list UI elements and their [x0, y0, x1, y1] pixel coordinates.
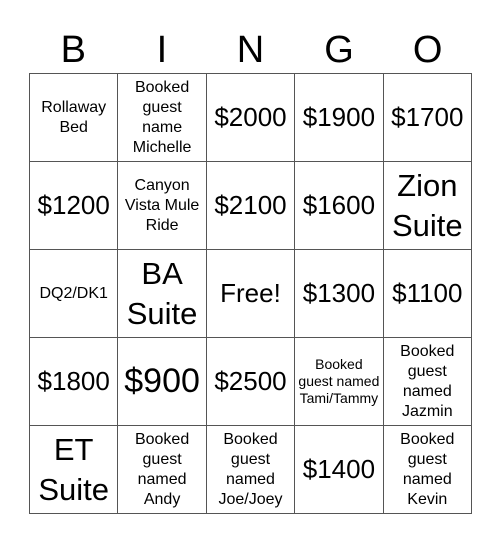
bingo-cell-text: Zion Suite: [391, 167, 463, 243]
bingo-cell-text: DQ2/DK1: [39, 284, 108, 302]
bingo-cell[interactable]: Booked guest named Kevin: [383, 426, 472, 514]
bingo-cell[interactable]: Booked guest named Andy: [118, 426, 207, 514]
bingo-cell[interactable]: $2500: [206, 338, 296, 426]
bingo-cell-text: $1300: [302, 277, 376, 308]
header-letter-o: O: [412, 29, 443, 71]
bingo-cell-text: Booked guest named Andy: [134, 430, 190, 508]
bingo-cell[interactable]: Canyon Vista Mule Ride: [118, 162, 207, 250]
bingo-cell[interactable]: Booked guest named Jazmin: [383, 338, 472, 426]
free-space-cell[interactable]: Free!: [206, 250, 296, 338]
bingo-cell[interactable]: Rollaway Bed: [30, 74, 119, 162]
bingo-cell[interactable]: $1400: [295, 426, 384, 514]
bingo-cell-text: Booked guest named Kevin: [400, 430, 455, 508]
bingo-cell-text: Rollaway Bed: [41, 98, 107, 136]
bingo-header: B I N G O: [29, 28, 472, 72]
bingo-cell[interactable]: $900: [118, 338, 207, 426]
header-letter-b: B: [60, 29, 86, 71]
bingo-cell[interactable]: $2000: [206, 74, 296, 162]
bingo-cell[interactable]: $1700: [383, 74, 472, 162]
bingo-cell-text: BA Suite: [126, 255, 198, 331]
header-letter-i: I: [156, 29, 168, 71]
header-letter-g: G: [324, 29, 354, 71]
bingo-cell[interactable]: Booked guest name Michelle: [118, 74, 207, 162]
bingo-cell[interactable]: $1100: [383, 250, 472, 338]
bingo-cell-text: $1100: [392, 277, 463, 308]
bingo-cell[interactable]: DQ2/DK1: [30, 250, 119, 338]
bingo-cell-text: $1900: [302, 101, 376, 132]
bingo-cell-text: $1600: [302, 189, 376, 220]
bingo-cell[interactable]: $1200: [30, 162, 119, 250]
bingo-card-grid: Rollaway Bed Booked guest name Michelle $2…: [29, 73, 472, 514]
bingo-cell-text: ET Suite: [38, 431, 110, 507]
bingo-cell-text: Booked guest named Tami/Tammy: [298, 356, 380, 406]
bingo-cell[interactable]: $2100: [206, 162, 296, 250]
bingo-cell-text: $2500: [214, 365, 287, 396]
bingo-cell[interactable]: Booked guest named Tami/Tammy: [295, 338, 384, 426]
bingo-cell-text: Booked guest named Joe/Joey: [218, 430, 283, 508]
bingo-cell[interactable]: $1300: [295, 250, 384, 338]
bingo-cell[interactable]: Booked guest named Joe/Joey: [206, 426, 296, 514]
bingo-cell-text: $1400: [302, 453, 376, 484]
header-letter-n: N: [236, 29, 265, 71]
bingo-cell-text: $900: [124, 361, 200, 400]
bingo-cell-text: Free!: [220, 277, 281, 308]
bingo-cell-text: $2100: [214, 189, 287, 220]
bingo-cell-text: Canyon Vista Mule Ride: [124, 176, 200, 234]
bingo-cell-text: $1800: [37, 365, 110, 396]
bingo-cell-text: $1200: [37, 189, 110, 220]
bingo-cell[interactable]: $1600: [295, 162, 384, 250]
bingo-cell[interactable]: $1800: [30, 338, 119, 426]
bingo-cell[interactable]: ET Suite: [30, 426, 119, 514]
bingo-cell-text: Booked guest name Michelle: [132, 78, 192, 156]
bingo-cell[interactable]: $1900: [295, 74, 384, 162]
bingo-cell[interactable]: Zion Suite: [383, 162, 472, 250]
bingo-cell[interactable]: BA Suite: [118, 250, 207, 338]
bingo-cell-text: $1700: [391, 101, 464, 132]
bingo-cell-text: $2000: [214, 101, 287, 132]
bingo-cell-text: Booked guest named Jazmin: [400, 342, 455, 420]
